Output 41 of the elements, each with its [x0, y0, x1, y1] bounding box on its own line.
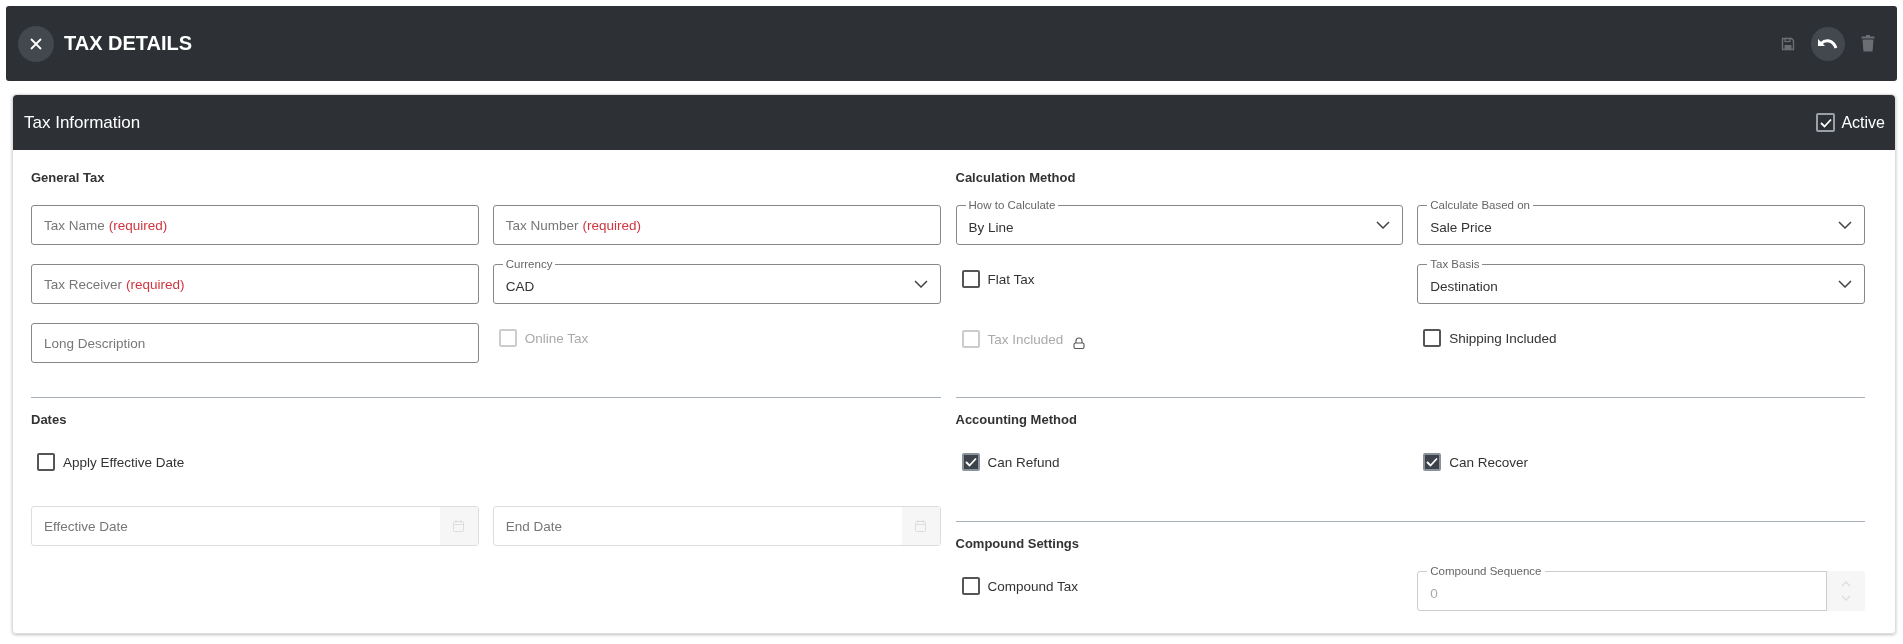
calendar-icon [915, 520, 926, 532]
checkbox[interactable] [1423, 453, 1442, 471]
checkbox[interactable] [961, 453, 980, 471]
checkmark-icon [1819, 117, 1832, 128]
checkbox-label: Can Refund [987, 454, 1060, 470]
trash-icon [1861, 35, 1875, 52]
checkbox[interactable] [37, 453, 55, 471]
undo-button[interactable] [1811, 26, 1845, 61]
calendar-icon [453, 520, 465, 532]
input-field[interactable]: Tax Receiver (required) [31, 264, 479, 304]
section-heading: Calculation Method [955, 170, 1077, 185]
page-title: TAX DETAILS [64, 32, 193, 55]
input-field[interactable]: Tax Name (required) [31, 205, 479, 245]
checkmark-icon [1426, 457, 1439, 467]
checkbox[interactable] [961, 577, 980, 595]
input-field[interactable]: Tax Number (required) [492, 205, 941, 245]
checkbox-label: Flat Tax [987, 271, 1035, 287]
checkbox[interactable] [1423, 329, 1442, 347]
checkbox-label: Compound Tax [987, 578, 1079, 594]
checkbox-label: Can Recover [1449, 454, 1529, 470]
close-icon [29, 36, 43, 51]
close-button[interactable] [18, 25, 54, 62]
section-heading: Accounting Method [955, 412, 1078, 427]
section-heading: Dates [31, 412, 68, 427]
checkbox[interactable] [961, 270, 980, 288]
checkbox[interactable] [1816, 113, 1836, 132]
input-field[interactable]: Long Description [31, 323, 479, 363]
chevron-down-icon [1376, 221, 1391, 229]
checkmark-icon [964, 457, 977, 467]
checkbox-label: Apply Effective Date [63, 454, 185, 470]
checkbox-label: Tax Included [987, 331, 1064, 347]
checkbox-label: Active [1841, 113, 1885, 132]
chevron-down-icon [1838, 221, 1852, 229]
checkbox-label: Online Tax [524, 330, 589, 346]
section-heading: General Tax [31, 170, 106, 185]
undo-arrow-icon [1817, 36, 1839, 51]
chevron-down-icon [913, 280, 928, 288]
chevron-down-icon [1838, 280, 1852, 288]
checkbox-label: Shipping Included [1449, 330, 1557, 346]
card-title: Tax Information [24, 112, 141, 133]
section-heading: Compound Settings [955, 536, 1080, 551]
